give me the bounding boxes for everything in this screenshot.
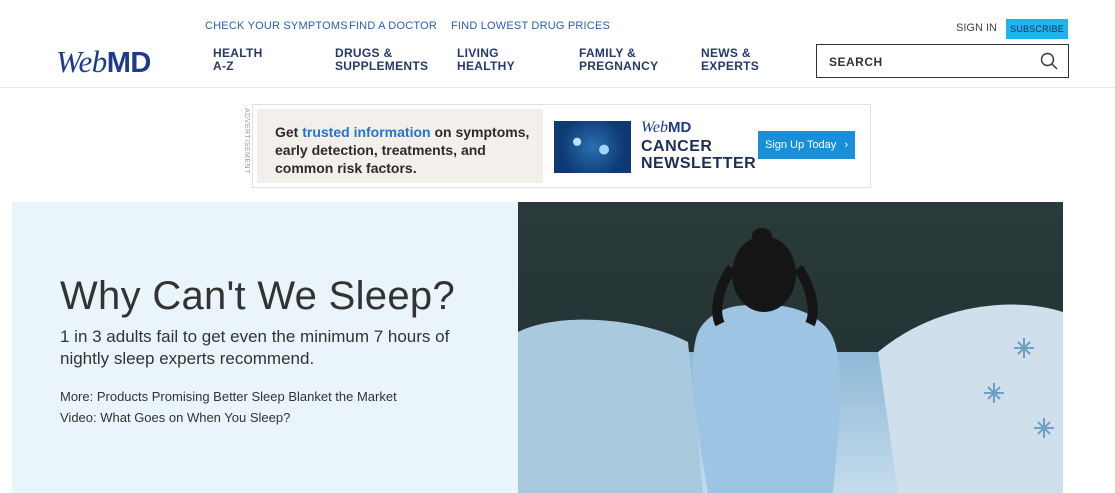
sleepless-person-illustration [518,202,1063,493]
logo-web-text: Web [56,44,107,79]
nav-drugs-supplements[interactable]: DRUGS & SUPPLEMENTS [335,47,445,73]
search-box [816,44,1069,78]
ad-copy-highlight: trusted information [302,124,431,140]
advertisement-label: ADVERTISEMENT [243,108,250,174]
ad-headline-line1: CANCER [641,138,713,155]
subscribe-button[interactable]: SUBSCRIBE [1006,19,1068,39]
nav-label-line2: A-Z [213,59,234,73]
check-symptoms-link[interactable]: CHECK YOUR SYMPTOMS [205,20,348,32]
hero-feature: Why Can't We Sleep? 1 in 3 adults fail t… [12,202,1063,493]
ad-headline-line2: NEWSLETTER [641,155,757,172]
hero-link-products[interactable]: More: Products Promising Better Sleep Bl… [60,389,397,404]
ad-cells-image [554,121,631,173]
site-header: WebMD CHECK YOUR SYMPTOMS FIND A DOCTOR … [0,0,1115,88]
hero-subtitle: 1 in 3 adults fail to get even the minim… [60,327,450,368]
hero-title[interactable]: Why Can't We Sleep? [60,274,455,319]
nav-news-experts[interactable]: NEWS & EXPERTS [701,47,811,73]
chevron-right-icon: › [844,139,849,151]
ad-text-panel: Get trusted information on symptoms, ear… [257,109,543,183]
hero-link-video[interactable]: Video: What Goes on When You Sleep? [60,410,290,425]
sign-up-today-button[interactable]: Sign Up Today › [758,131,855,159]
nav-living-healthy[interactable]: LIVING HEALTHY [457,47,567,73]
find-doctor-link[interactable]: FIND A DOCTOR [349,20,437,32]
ad-copy-pre: Get [275,124,303,140]
hero-image-person-on-bed[interactable] [518,202,1063,493]
logo-md-text: MD [106,47,152,79]
search-input[interactable] [829,53,1029,71]
sign-in-link[interactable]: SIGN IN [956,22,997,34]
ad-logo-web: Web [641,119,668,136]
nav-label-line2: EXPERTS [701,59,760,73]
ad-webmd-logo: WebMD [641,119,691,137]
ad-copy: Get trusted information on symptoms, ear… [275,123,543,177]
drug-prices-link[interactable]: FIND LOWEST DRUG PRICES [451,20,610,32]
webmd-logo[interactable]: WebMD [56,44,151,80]
nav-label-line2: SUPPLEMENTS [335,59,429,73]
cancer-newsletter-ad[interactable]: Get trusted information on symptoms, ear… [252,104,871,188]
ad-cta-label: Sign Up Today [764,139,837,151]
nav-health-az[interactable]: HEALTH A-Z [213,47,323,73]
nav-label-line2: HEALTHY [457,59,515,73]
nav-family-pregnancy[interactable]: FAMILY & PREGNANCY [579,47,689,73]
ad-logo-md: MD [667,119,692,136]
nav-label-line2: PREGNANCY [579,59,659,73]
search-icon[interactable] [1040,52,1058,70]
ad-headline: CANCER NEWSLETTER [641,138,756,172]
